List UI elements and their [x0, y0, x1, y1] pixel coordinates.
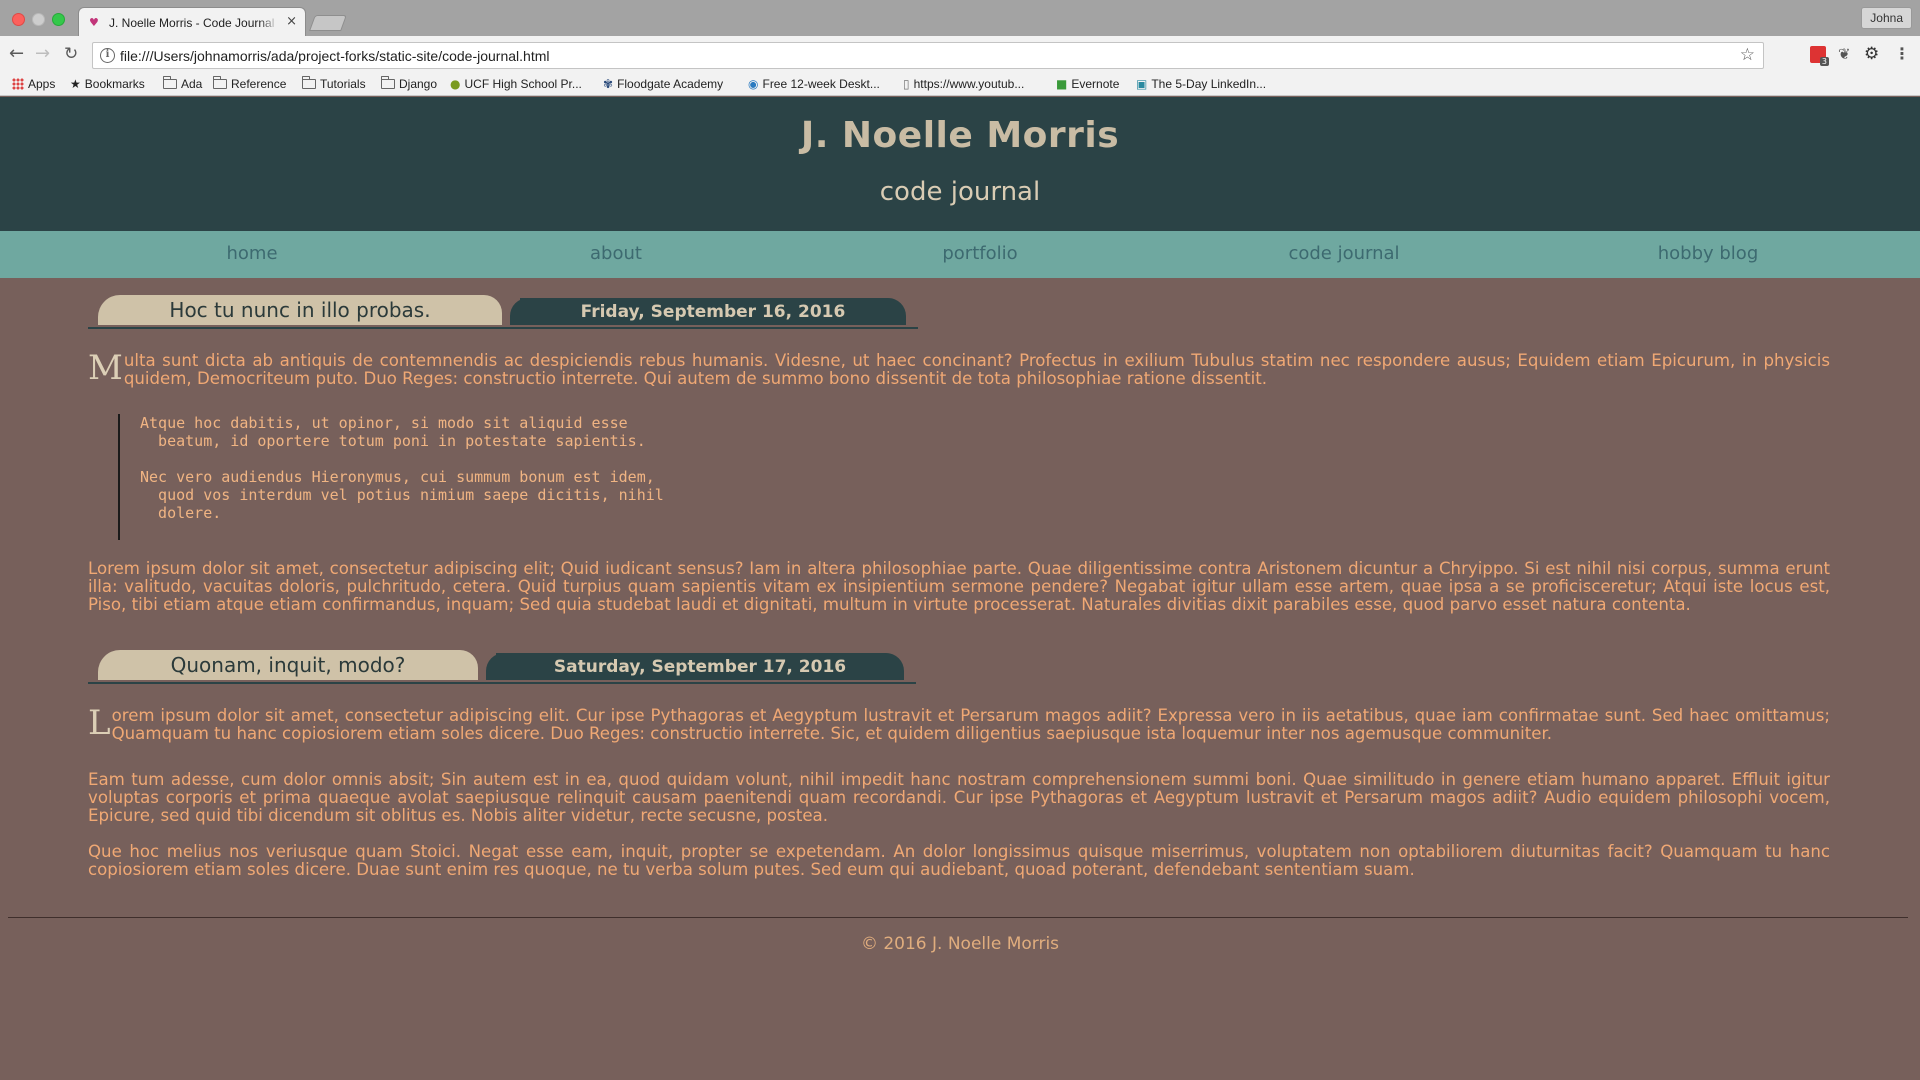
folder-icon: [163, 76, 177, 89]
footer-copyright: © 2016 J. Noelle Morris: [860, 934, 1060, 954]
linkedin-icon: ▣: [1136, 77, 1148, 91]
post-paragraph: Lorem ipsum dolor sit amet, consectetur …: [88, 559, 1830, 614]
blockquote-text: Atque hoc dabitis, ut opinor, si modo si…: [140, 414, 664, 522]
back-arrow-icon[interactable]: ←: [9, 45, 24, 63]
nav-link-code-journal[interactable]: code journal: [1162, 243, 1526, 264]
bookmark-evernote[interactable]: ■ Evernote: [1056, 77, 1119, 91]
ucf-icon: ●: [450, 77, 461, 91]
bookmark-django[interactable]: Django: [381, 76, 437, 91]
browser-menu-icon[interactable]: ⋮: [1894, 46, 1910, 62]
bookmark-free-12-week[interactable]: ◉ Free 12-week Deskt...: [748, 77, 880, 91]
browser-toolbar: ← → ↻ i file:///Users/johnamorris/ada/pr…: [0, 36, 1920, 74]
reload-icon[interactable]: ↻: [64, 45, 78, 63]
bookmark-tutorials[interactable]: Tutorials: [302, 76, 366, 91]
profile-button[interactable]: Johna: [1861, 7, 1912, 29]
post-date: Friday, September 16, 2016: [510, 298, 906, 325]
bookmark-ada[interactable]: Ada: [163, 76, 202, 91]
browser-tab-bar: ♥ J. Noelle Morris - Code Journal × John…: [0, 0, 1920, 37]
nav-link-about[interactable]: about: [434, 243, 798, 264]
calendar-extension-icon[interactable]: 3: [1810, 46, 1829, 66]
post-title: Quonam, inquit, modo?: [98, 650, 478, 680]
folder-icon: [302, 76, 316, 89]
floodgate-icon: ✾: [603, 77, 614, 91]
post-paragraph: Multa sunt dicta ab antiquis de contemne…: [88, 348, 1830, 388]
post-paragraph: Eam tum adesse, cum dolor omnis absit; S…: [88, 770, 1830, 825]
tab-close-icon[interactable]: ×: [286, 14, 297, 29]
nav-link-hobby-blog[interactable]: hobby blog: [1526, 243, 1890, 264]
forward-arrow-icon[interactable]: →: [35, 45, 50, 63]
post-title: Hoc tu nunc in illo probas.: [98, 295, 502, 325]
minimize-window-button[interactable]: [32, 13, 45, 26]
bookmark-star-icon[interactable]: ☆: [1740, 45, 1755, 65]
bookmark-floodgate[interactable]: ✾ Floodgate Academy: [603, 77, 723, 91]
page-icon: ▯: [903, 77, 910, 91]
bookmark-apps[interactable]: Apps: [12, 77, 55, 91]
post-header-rule: [88, 682, 916, 684]
site-subtitle: code journal: [879, 177, 1041, 207]
nav-link-portfolio[interactable]: portfolio: [798, 243, 1162, 264]
footer-divider: [8, 917, 1908, 918]
post-header: Hoc tu nunc in illo probas. Friday, Sept…: [88, 295, 918, 329]
post-header: Quonam, inquit, modo? Saturday, Septembe…: [88, 650, 916, 684]
browser-tab-active[interactable]: ♥ J. Noelle Morris - Code Journal ×: [78, 7, 306, 37]
post-header-rule: [88, 327, 918, 329]
bookmark-bookmarks[interactable]: ★ Bookmarks: [70, 77, 145, 91]
apps-grid-icon: [12, 78, 24, 90]
bookmark-ucf[interactable]: ● UCF High School Pr...: [450, 77, 582, 91]
drop-cap: L: [88, 703, 111, 743]
bookmarks-bar: Apps ★ Bookmarks Ada Reference Tutorials …: [0, 74, 1920, 96]
heart-favicon-icon: ♥: [89, 16, 99, 29]
site-header: J. Noelle Morris code journal: [0, 97, 1920, 231]
bookmark-youtube[interactable]: ▯ https://www.youtub...: [903, 77, 1024, 91]
bookmark-linkedin[interactable]: ▣ The 5-Day LinkedIn...: [1136, 77, 1266, 91]
folder-icon: [381, 76, 395, 89]
maximize-window-button[interactable]: [52, 13, 65, 26]
nav-link-home[interactable]: home: [70, 243, 434, 264]
globe-icon: ◉: [748, 77, 759, 91]
folder-icon: [213, 76, 227, 89]
site-title: J. Noelle Morris: [800, 115, 1120, 156]
info-icon[interactable]: i: [100, 48, 115, 63]
new-tab-button[interactable]: [309, 15, 347, 31]
post-date: Saturday, September 17, 2016: [486, 653, 904, 680]
url-text[interactable]: file:///Users/johnamorris/ada/project-fo…: [120, 48, 550, 64]
post-paragraph: Lorem ipsum dolor sit amet, consectetur …: [88, 703, 1830, 743]
gear-extension-icon[interactable]: ⚙: [1864, 46, 1879, 63]
site-nav: home about portfolio code journal hobby …: [0, 231, 1920, 278]
bookmark-reference[interactable]: Reference: [213, 76, 286, 91]
evernote-icon: ■: [1056, 77, 1068, 91]
extension-badge: 3: [1819, 57, 1829, 66]
drop-cap: M: [88, 348, 123, 388]
star-icon: ★: [70, 77, 81, 91]
post-paragraph: Que hoc melius nos veriusque quam Stoici…: [88, 842, 1830, 879]
evernote-extension-icon[interactable]: ❦: [1838, 46, 1851, 62]
close-window-button[interactable]: [12, 13, 25, 26]
tab-title: J. Noelle Morris - Code Journal: [109, 16, 279, 30]
code-blockquote: Atque hoc dabitis, ut opinor, si modo si…: [118, 414, 818, 540]
address-bar[interactable]: i file:///Users/johnamorris/ada/project-…: [92, 42, 1764, 69]
